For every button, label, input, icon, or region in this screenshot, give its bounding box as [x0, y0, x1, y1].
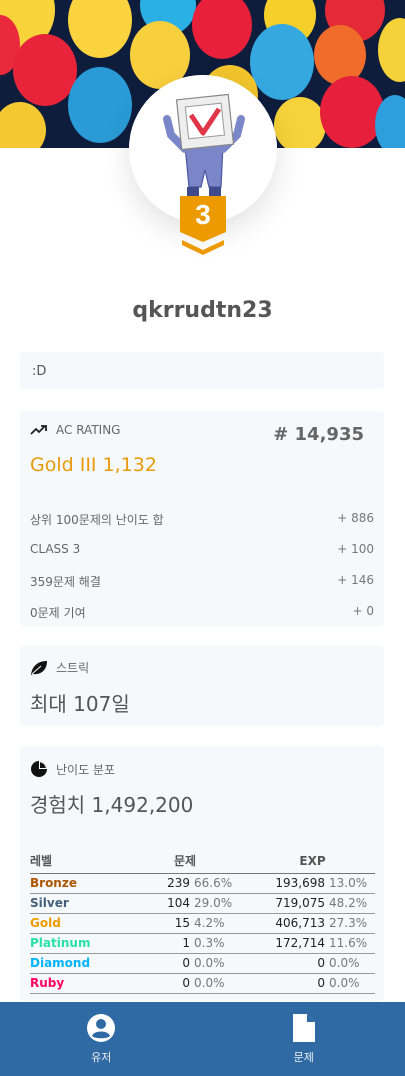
distribution-header: 난이도 분포 [30, 760, 115, 778]
pie-chart-icon [31, 761, 47, 777]
user-handle: qkrrudtn23 [132, 298, 273, 323]
tier-problem-count: 1 [120, 933, 190, 954]
tier-row: Gold 15 4.2% 406,713 27.3% [30, 913, 375, 934]
streak-title: 스트릭 [56, 661, 90, 675]
exp-value: 경험치 1,492,200 [30, 793, 194, 817]
trending-up-icon [30, 425, 47, 435]
tier-problem-count: 104 [120, 893, 190, 914]
breakdown-label: CLASS 3 [30, 542, 81, 556]
breakdown-label: 상위 100문제의 난이도 합 [30, 513, 164, 527]
leaf-icon [31, 660, 47, 675]
tier-name: Silver [30, 893, 120, 914]
breakdown-value: + 100 [337, 542, 374, 556]
nav-label-problems: 문제 [293, 1051, 314, 1064]
tier-exp-pct: 0.0% [325, 953, 375, 974]
tier-exp: 0 [250, 973, 325, 994]
nav-item-problems[interactable]: 문제 [203, 1002, 405, 1076]
breakdown-label: 359문제 해결 [30, 575, 101, 589]
ac-rating-title: AC RATING [56, 423, 121, 437]
tier-distribution-table: 레벨 문제 EXP Bronze 239 66.6% 193,698 13.0% Silv… [30, 849, 375, 994]
bottom-navigation: 유저 문제 [0, 1002, 405, 1076]
tier-problem-pct: 0.3% [190, 933, 250, 954]
tier-exp-pct: 0.0% [325, 973, 375, 994]
tier-exp-pct: 11.6% [325, 933, 375, 954]
tier-problem-count: 15 [120, 913, 190, 934]
tier-row: Bronze 239 66.6% 193,698 13.0% [30, 873, 375, 894]
tier-row: Diamond 0 0.0% 0 0.0% [30, 953, 375, 974]
tier-row: Platinum 1 0.3% 172,714 11.6% [30, 933, 375, 954]
tier-row: Silver 104 29.0% 719,075 48.2% [30, 893, 375, 914]
streak-value: 최대 107일 [30, 692, 130, 716]
rating-rank: # 14,935 [273, 424, 364, 445]
header-problems: 문제 [120, 849, 250, 874]
user-circle-icon [87, 1014, 116, 1042]
tier-problem-pct: 29.0% [190, 893, 250, 914]
tier-exp: 719,075 [250, 893, 325, 914]
distribution-title: 난이도 분포 [56, 762, 116, 777]
ac-rating-header: AC RATING [30, 423, 120, 437]
tier-problem-count: 0 [120, 973, 190, 994]
tier-exp: 172,714 [250, 933, 325, 954]
tier-exp: 193,698 [250, 873, 325, 894]
tier-exp-pct: 27.3% [325, 913, 375, 934]
breakdown-label: 0문제 기여 [30, 606, 86, 620]
tier-exp: 406,713 [250, 913, 325, 934]
tier-problem-count: 0 [120, 953, 190, 974]
breakdown-value: + 886 [337, 511, 374, 525]
breakdown-row: 상위 100문제의 난이도 합 + 886 [30, 511, 374, 537]
header-exp: EXP [250, 849, 375, 874]
breakdown-row: 359문제 해결 + 146 [30, 573, 374, 599]
tier-problem-pct: 4.2% [190, 913, 250, 934]
streak-header: 스트릭 [30, 659, 89, 676]
tier-name: Ruby [30, 973, 120, 994]
bio-text: :D [32, 364, 47, 379]
tier-name: Gold [30, 913, 120, 934]
rating-breakdown: 상위 100문제의 난이도 합 + 886 CLASS 3 + 100 359문… [30, 511, 374, 635]
tier-problem-pct: 0.0% [190, 953, 250, 974]
breakdown-value: + 0 [352, 604, 374, 618]
tier-name: Diamond [30, 953, 120, 974]
header-level: 레벨 [30, 849, 120, 874]
tier-exp-pct: 13.0% [325, 873, 375, 894]
table-header-row: 레벨 문제 EXP [30, 849, 375, 874]
tier-problem-count: 239 [120, 873, 190, 894]
document-icon [292, 1014, 315, 1042]
tier-name: Platinum [30, 933, 120, 954]
rating-value: Gold III 1,132 [30, 454, 157, 476]
breakdown-row: 0문제 기여 + 0 [30, 604, 374, 630]
tier-row: Ruby 0 0.0% 0 0.0% [30, 973, 375, 994]
ac-rating-card: AC RATING # 14,935 Gold III 1,132 상위 100… [20, 411, 384, 626]
tier-number: 3 [195, 199, 211, 230]
nav-label-user: 유저 [91, 1051, 112, 1064]
tier-exp-pct: 48.2% [325, 893, 375, 914]
breakdown-row: CLASS 3 + 100 [30, 542, 374, 568]
tier-problem-pct: 66.6% [190, 873, 250, 894]
difficulty-distribution-card: 난이도 분포 경험치 1,492,200 레벨 문제 EXP Bronze 239… [20, 746, 384, 1001]
tier-name: Bronze [30, 873, 120, 894]
breakdown-value: + 146 [337, 573, 374, 587]
tier-problem-pct: 0.0% [190, 973, 250, 994]
nav-item-user[interactable]: 유저 [0, 1002, 203, 1076]
bio-card: :D [20, 352, 384, 389]
tier-exp: 0 [250, 953, 325, 974]
streak-card: 스트릭 최대 107일 [20, 646, 384, 726]
